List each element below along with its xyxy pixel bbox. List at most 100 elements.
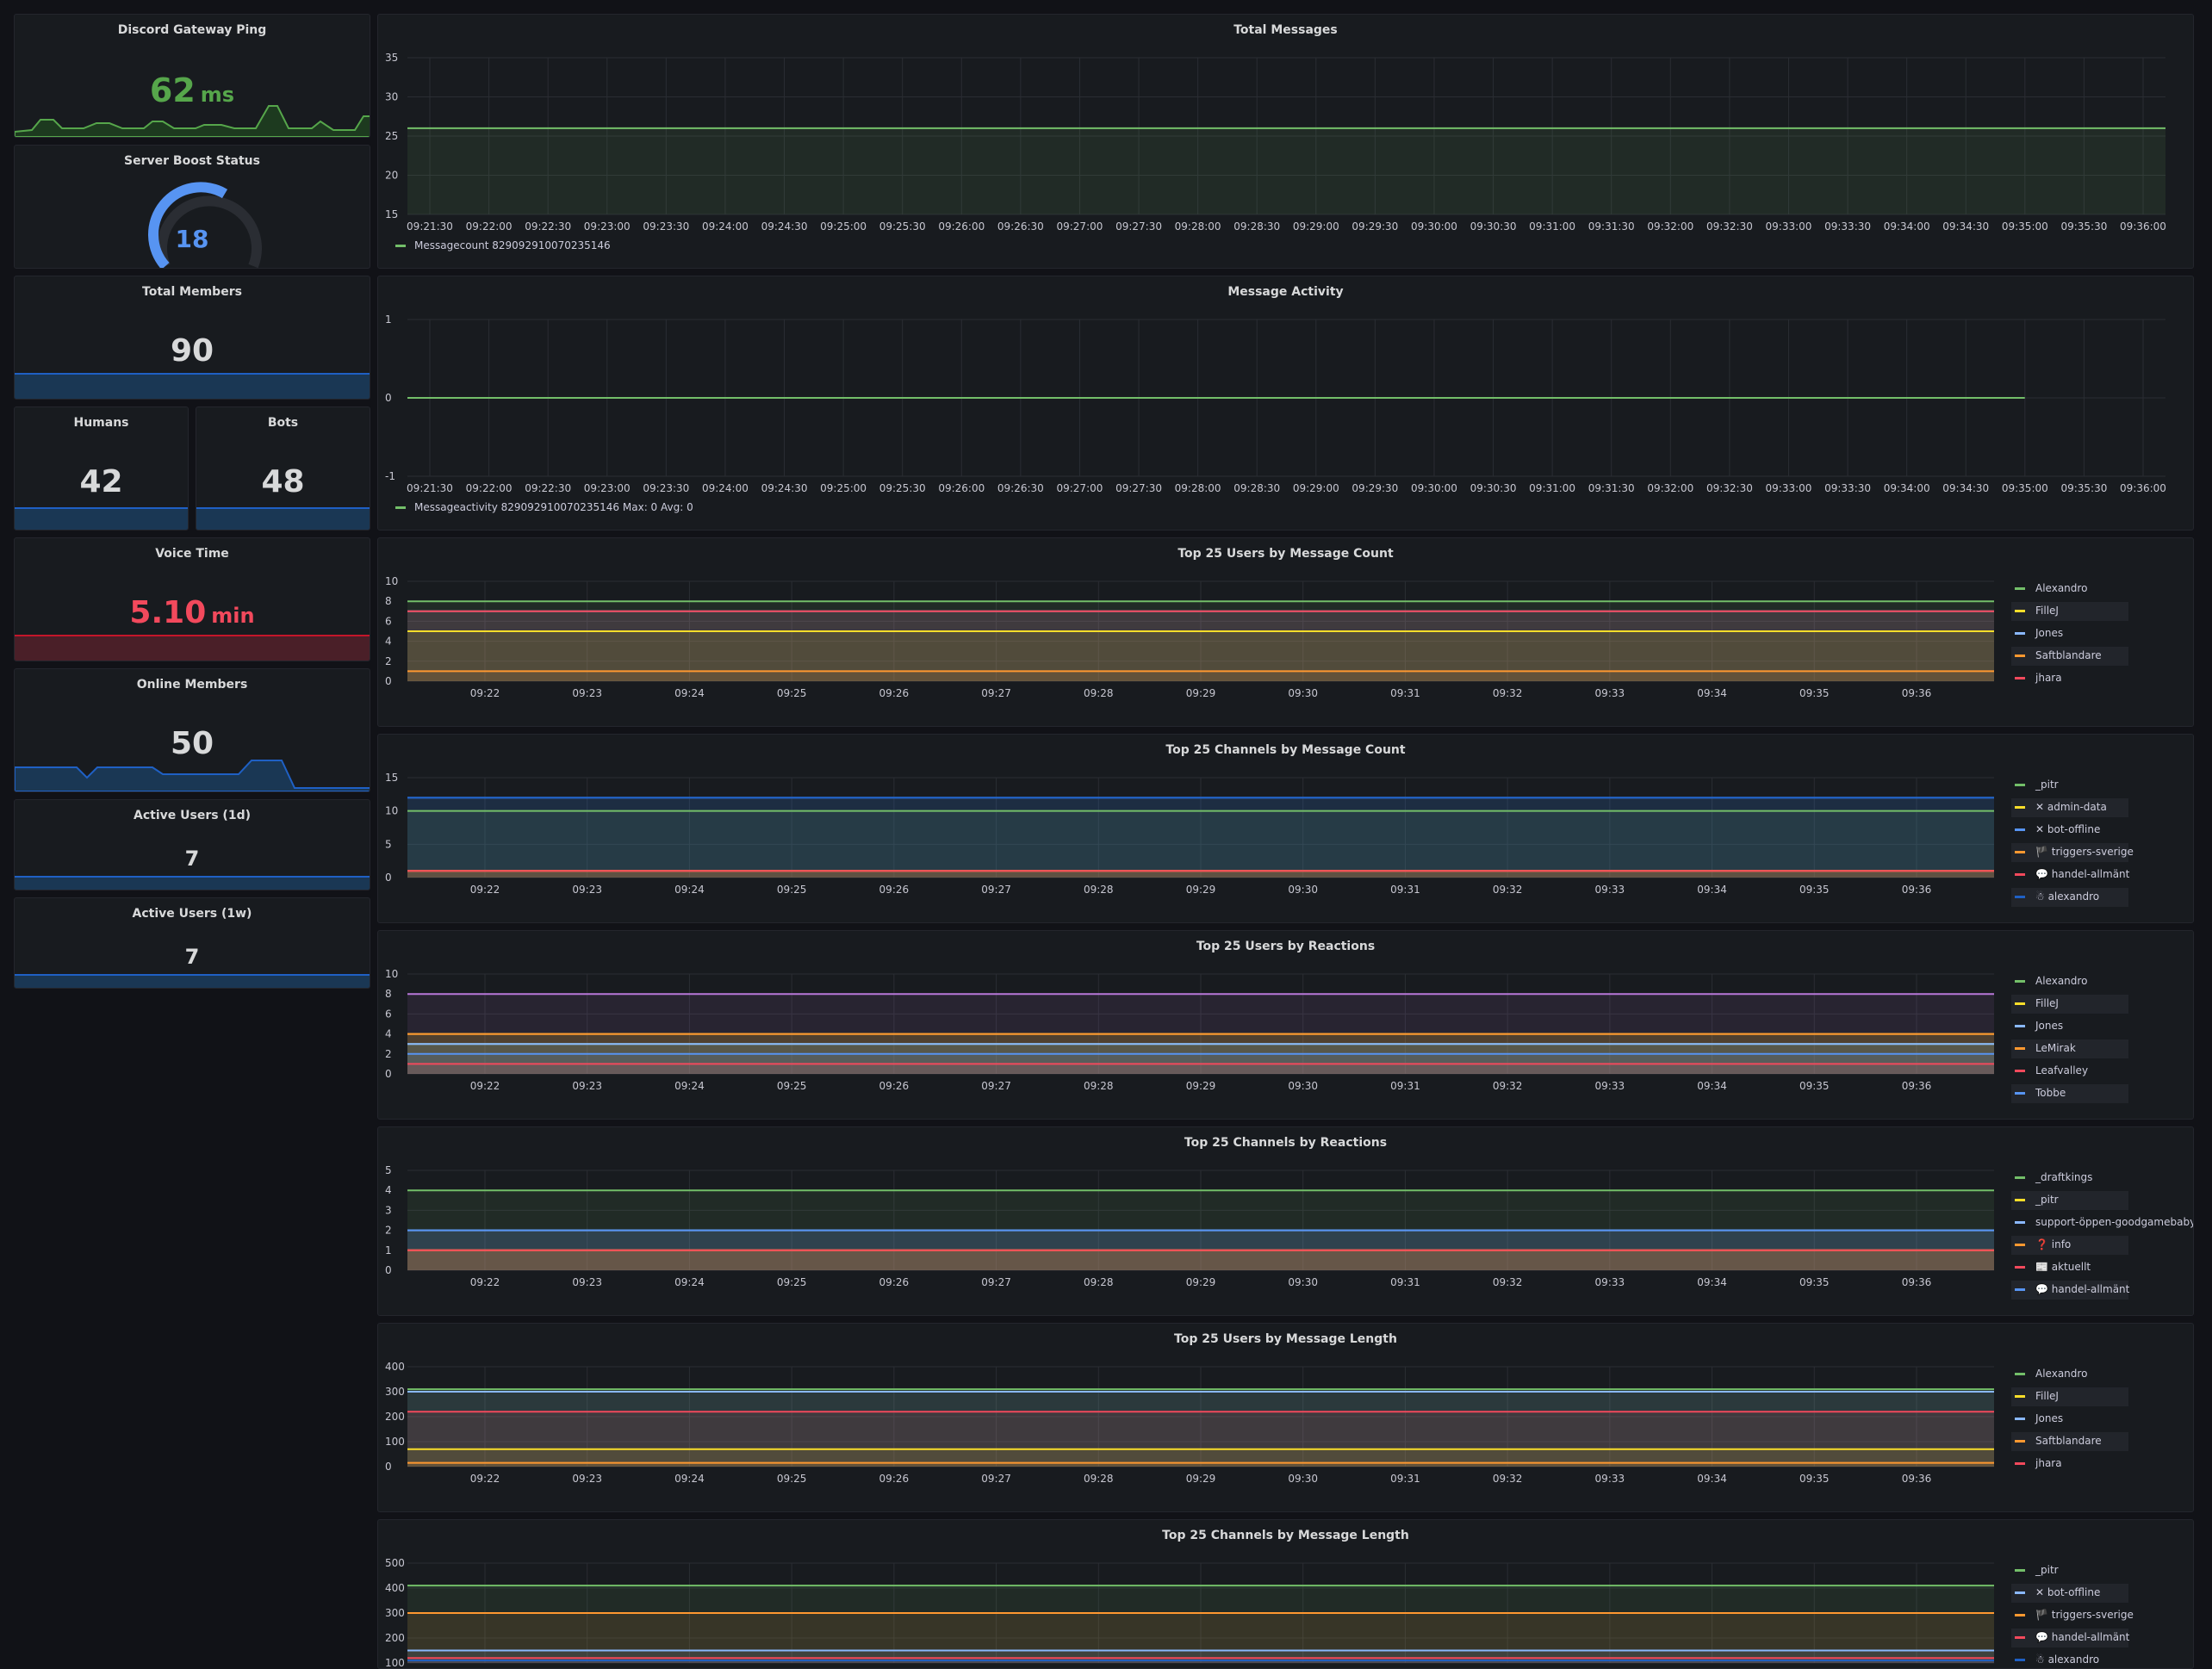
x-tick-label: 09:33 — [1595, 687, 1625, 699]
panel-active-1d[interactable]: Active Users (1d) 7 — [14, 799, 370, 890]
panel-top-users-reactions[interactable]: Top 25 Users by Reactions 0 2 4 6 8 10 09:22 09… — [377, 930, 2194, 1120]
x-tick-label: 09:26:30 — [997, 220, 1044, 233]
y-tick-label: 35 — [385, 52, 398, 64]
legend-swatch — [2015, 1614, 2025, 1616]
panel-server-boost[interactable]: Server Boost Status 18 — [14, 145, 370, 269]
x-tick-label: 09:26:30 — [997, 482, 1044, 494]
panel-total-members[interactable]: Total Members 90 — [14, 276, 370, 400]
panel-top-channels-reactions[interactable]: Top 25 Channels by Reactions 0 1 2 3 4 5 09:22… — [377, 1126, 2194, 1316]
x-tick-label: 09:23 — [572, 687, 602, 699]
x-tick-label: 09:25 — [777, 1276, 807, 1288]
bots-value: 48 — [261, 464, 305, 499]
legend-swatch — [2015, 873, 2025, 876]
x-tick-label: 09:22 — [470, 687, 500, 699]
x-tick-label: 09:30:30 — [1470, 482, 1517, 494]
top-channels-msg-count-chart: 0 5 10 15 09:22 09:23 09:24 09:25 09:26 09:27 09:2… — [385, 772, 2134, 907]
x-tick-label: 09:34 — [1697, 884, 1727, 896]
bots-band — [196, 507, 370, 530]
active1d-band — [15, 876, 370, 890]
legend-swatch — [2015, 1659, 2025, 1661]
x-tick-label: 09:30 — [1288, 1473, 1318, 1485]
y-tick-label: 4 — [385, 1184, 392, 1196]
x-tick-label: 09:23 — [572, 1276, 602, 1288]
panel-total-messages[interactable]: Total Messages 15 20 25 30 35 09:21:30 09:22:0… — [377, 14, 2194, 269]
active1d-value: 7 — [184, 847, 200, 871]
panel-top-channels-msg-length[interactable]: Top 25 Channels by Message Length 100 200… — [377, 1519, 2194, 1669]
y-tick-label: 100 — [385, 1436, 405, 1448]
x-tick-label: 09:31:00 — [1529, 482, 1575, 494]
x-tick-label: 09:33:00 — [1766, 482, 1812, 494]
legend-row-bg — [2011, 1191, 2128, 1210]
panel-top-users-msg-length[interactable]: Top 25 Users by Message Length 0 100 200 30… — [377, 1323, 2194, 1512]
x-tick-label: 09:27 — [981, 687, 1011, 699]
x-tick-label: 09:31 — [1390, 884, 1420, 896]
x-tick-label: 09:25:30 — [879, 482, 926, 494]
x-tick-label: 09:35 — [1799, 1473, 1830, 1485]
panel-voice-time[interactable]: Voice Time 5.10 min — [14, 537, 370, 661]
x-tick-label: 09:24:00 — [702, 220, 749, 233]
panel-title: Active Users (1w) — [132, 907, 252, 921]
legend-label: support-öppen-goodgamebaby — [2035, 1216, 2194, 1228]
panel-active-1w[interactable]: Active Users (1w) 7 — [14, 897, 370, 989]
legend-label: 💬 handel-allmänt — [2035, 868, 2130, 880]
y-tick-label: 5 — [385, 838, 392, 850]
x-tick-label: 09:21:30 — [407, 220, 453, 233]
top-users-msg-count-chart: 0 2 4 6 8 10 09:22 09:23 09:24 09:25 09:26 09:27 09:… — [385, 575, 2128, 699]
y-tick-label: 10 — [385, 968, 398, 980]
legend-swatch — [2015, 1176, 2025, 1179]
panel-bots[interactable]: Bots 48 — [196, 406, 370, 530]
x-tick-label: 09:23:30 — [643, 482, 689, 494]
x-tick-label: 09:30:00 — [1411, 482, 1457, 494]
panel-gateway-ping[interactable]: Discord Gateway Ping 62 ms — [14, 14, 370, 138]
x-tick-label: 09:32:00 — [1647, 482, 1693, 494]
legend-swatch — [2015, 851, 2025, 853]
y-tick-label: -1 — [385, 470, 395, 482]
x-tick-label: 09:33:30 — [1824, 220, 1871, 233]
panel-top-users-msg-count[interactable]: Top 25 Users by Message Count 0 2 4 6 8 10 09:… — [377, 537, 2194, 727]
x-tick-label: 09:31 — [1390, 1080, 1420, 1092]
legend-label: Leafvalley — [2035, 1064, 2088, 1076]
x-tick-label: 09:24 — [674, 1276, 705, 1288]
x-tick-label: 09:29:30 — [1351, 220, 1398, 233]
x-tick-label: 09:23:00 — [584, 482, 631, 494]
series-area — [407, 127, 2165, 214]
x-tick-label: 09:25 — [777, 884, 807, 896]
x-tick-label: 09:35:00 — [2002, 482, 2048, 494]
x-tick-label: 09:34:00 — [1884, 220, 1930, 233]
panel-humans[interactable]: Humans 42 — [14, 406, 189, 530]
x-tick-label: 09:23 — [572, 884, 602, 896]
y-tick-label: 2 — [385, 1048, 392, 1060]
legend-label: 🏴 triggers-sverige — [2035, 845, 2134, 858]
x-tick-label: 09:27:30 — [1115, 220, 1162, 233]
x-tick-label: 09:22:30 — [525, 220, 571, 233]
legend-label: FilleJ — [2035, 1390, 2059, 1402]
panel-top-channels-msg-count[interactable]: Top 25 Channels by Message Count 0 5 10 15 0… — [377, 734, 2194, 923]
voice-band — [15, 635, 370, 661]
x-tick-label: 09:23:30 — [643, 220, 689, 233]
series-area — [407, 671, 1994, 681]
legend-swatch — [2015, 1199, 2025, 1201]
humans-band — [15, 507, 188, 530]
y-tick-label: 0 — [385, 872, 392, 884]
panel-title: Online Members — [136, 678, 248, 692]
y-tick-label: 5 — [385, 1164, 392, 1176]
legend-label: 💬 handel-allmänt — [2035, 1631, 2130, 1643]
legend-label: jhara — [2035, 672, 2062, 684]
x-tick-label: 09:29:00 — [1293, 482, 1339, 494]
x-tick-label: 09:35 — [1799, 1276, 1830, 1288]
x-tick-label: 09:28:00 — [1175, 482, 1221, 494]
panel-online-members[interactable]: Online Members 50 — [14, 668, 370, 792]
legend-swatch — [2015, 1025, 2025, 1027]
legend-swatch — [2015, 1070, 2025, 1072]
legend-swatch — [2015, 1092, 2025, 1095]
x-tick-label: 09:30 — [1288, 1276, 1318, 1288]
members-band — [15, 373, 370, 399]
legend-label: _pitr — [2035, 779, 2059, 791]
legend-label: 🏴 triggers-sverige — [2035, 1608, 2134, 1621]
y-tick-label: 4 — [385, 1028, 392, 1040]
panel-message-activity[interactable]: Message Activity -1 0 1 09:21:30 09:22:00 09:… — [377, 276, 2194, 530]
top-channels-msg-length-chart: 10020030040050009:2209:2309:2409:2509:26… — [385, 1557, 2134, 1668]
x-tick-label: 09:28 — [1084, 884, 1114, 896]
legend-label: Jones — [2035, 627, 2063, 639]
x-tick-label: 09:33:30 — [1824, 482, 1871, 494]
